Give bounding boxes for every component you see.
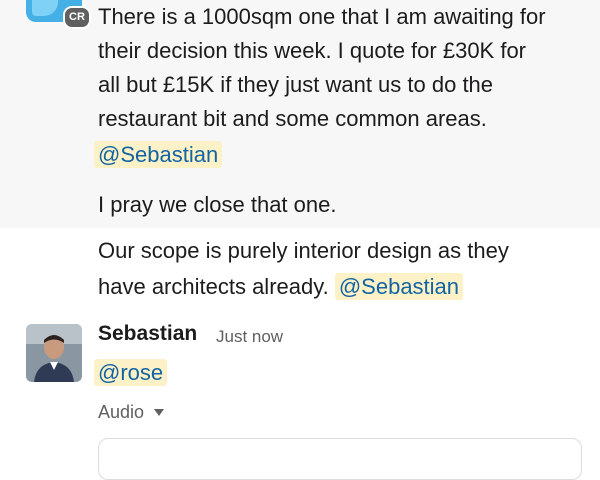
message-line: their decision this week. I quote for £3…: [98, 38, 527, 63]
message-line: There is a 1000sqm one that I am awaitin…: [98, 4, 546, 29]
initials-badge: CR: [63, 6, 91, 29]
sebastian-avatar[interactable]: [26, 324, 82, 382]
mention-sebastian[interactable]: @Sebastian: [334, 273, 464, 300]
message-line: Our scope is purely interior design as t…: [98, 238, 509, 263]
message-text: have architects already.: [98, 274, 329, 299]
audio-label: Audio: [98, 402, 145, 422]
mention-sebastian[interactable]: @Sebastian: [94, 141, 223, 168]
audio-attachment-toggle[interactable]: Audio: [98, 402, 165, 423]
audio-player[interactable]: [98, 438, 582, 480]
sender-name[interactable]: Sebastian: [98, 322, 197, 346]
mention-rose[interactable]: @rose: [94, 359, 168, 386]
caret-down-icon: [154, 409, 165, 416]
person-photo-icon: [26, 324, 82, 382]
timestamp[interactable]: Just now: [216, 327, 283, 347]
message-line: I pray we close that one.: [98, 192, 337, 217]
message-line: restaurant bit and some common areas.: [98, 106, 487, 131]
message-line: all but £15K if they just want us to do …: [98, 72, 494, 97]
